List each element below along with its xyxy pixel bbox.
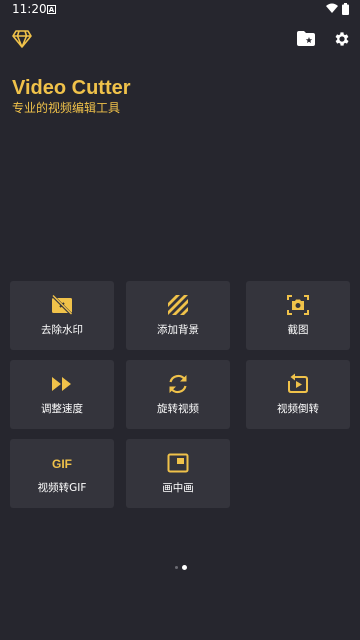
page-dot-2-active[interactable] [182,565,187,570]
notification-a-icon: A [47,5,56,14]
picture-in-picture-icon [167,453,189,473]
tool-reverse-video[interactable]: 视频倒转 [246,360,350,429]
diamond-icon[interactable] [12,30,32,48]
tool-label: 去除水印 [41,324,83,336]
tool-label: 旋转视频 [157,403,199,415]
gif-icon-text: GIF [52,457,72,471]
tool-adjust-speed[interactable]: 调整速度 [10,360,114,429]
tools-grid: 去除水印 添加背景 截图 调整速度 旋转视频 视频倒转 GIF 视频转GIF 画… [10,281,350,509]
gear-icon[interactable] [333,30,351,48]
tool-remove-watermark[interactable]: 去除水印 [10,281,114,350]
app-subtitle: 专业的视频编辑工具 [12,101,121,115]
tool-rotate-video[interactable]: 旋转视频 [126,360,230,429]
battery-icon [342,3,349,15]
reverse-video-icon [288,373,308,393]
page-dot-1[interactable] [175,566,178,569]
app-title: Video Cutter [12,77,131,99]
screenshot-camera-icon [287,295,309,315]
wifi-icon [326,3,338,13]
folder-star-icon[interactable] [297,31,315,46]
tool-label: 添加背景 [157,324,199,336]
page-indicator [173,564,189,570]
gif-icon: GIF [52,457,72,471]
background-stripes-icon [168,295,188,315]
status-bar: 11:20 A [0,0,360,20]
tool-screenshot[interactable]: 截图 [246,281,350,350]
status-time: 11:20 [12,2,47,16]
tool-add-background[interactable]: 添加背景 [126,281,230,350]
tool-label: 调整速度 [41,403,83,415]
tool-label: 画中画 [162,482,194,494]
tool-picture-in-picture[interactable]: 画中画 [126,439,230,508]
tool-label: 截图 [287,324,309,336]
tool-label: 视频转GIF [37,482,87,494]
fast-forward-icon [52,377,71,391]
watermark-remove-icon [50,293,74,317]
rotate-arrows-icon [169,374,187,394]
tool-label: 视频倒转 [277,403,319,415]
tool-video-to-gif[interactable]: GIF 视频转GIF [10,439,114,508]
